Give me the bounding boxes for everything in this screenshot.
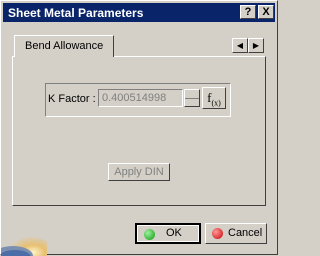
close-button[interactable]: X <box>258 5 274 19</box>
k-factor-spinner <box>184 89 200 107</box>
ok-label: OK <box>166 227 182 239</box>
ok-button[interactable]: OK <box>135 223 201 244</box>
window-title: Sheet Metal Parameters <box>8 6 144 20</box>
cancel-button[interactable]: Cancel <box>205 223 267 244</box>
dialog-window: Sheet Metal Parameters ? X Bend Allowanc… <box>0 0 278 256</box>
k-factor-label: K Factor : <box>48 93 96 105</box>
k-factor-field: 0.400514998 <box>98 89 183 107</box>
right-arrow-icon: ▶ <box>252 41 260 50</box>
formula-button[interactable]: f(x) <box>202 87 226 109</box>
tab-label: Bend Allowance <box>25 40 104 52</box>
tab-panel <box>12 56 266 206</box>
help-button[interactable]: ? <box>240 5 256 19</box>
fx-icon: f(x) <box>207 90 221 108</box>
ok-icon <box>144 229 155 240</box>
tab-bend-allowance[interactable]: Bend Allowance <box>14 35 114 57</box>
cancel-label: Cancel <box>228 227 263 239</box>
spinner-up-icon <box>185 90 199 99</box>
tab-scroll-left-button[interactable]: ◀ <box>232 38 248 53</box>
left-arrow-icon: ◀ <box>236 41 244 50</box>
catia-logo-icon <box>1 223 47 256</box>
title-bar[interactable]: Sheet Metal Parameters ? X <box>3 3 275 22</box>
k-factor-value: 0.400514998 <box>102 92 167 104</box>
tab-scroll-right-button[interactable]: ▶ <box>248 38 264 53</box>
apply-din-button: Apply DIN <box>108 163 170 181</box>
cancel-icon <box>212 228 223 239</box>
